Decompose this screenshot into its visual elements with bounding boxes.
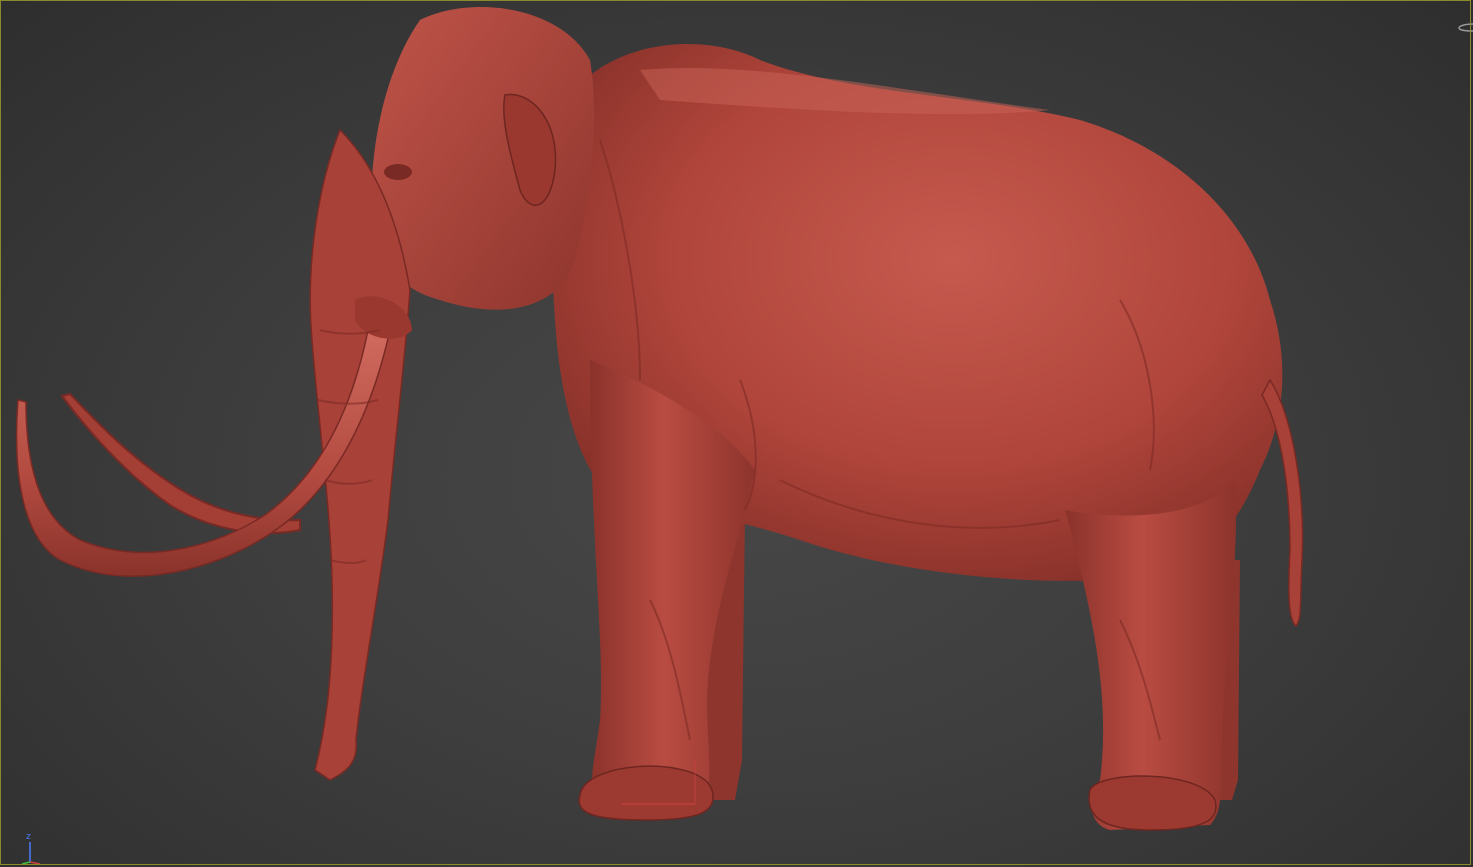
viewport-perspective[interactable]: z	[0, 0, 1473, 867]
axis-gizmo	[21, 842, 41, 864]
mammoth-model[interactable]	[0, 0, 1473, 867]
y-axis	[21, 861, 31, 864]
eye	[384, 164, 412, 180]
far-tusk	[60, 392, 301, 534]
x-axis	[29, 861, 41, 864]
axis-z-label: z	[26, 832, 31, 842]
viewcube-icon[interactable]	[1457, 22, 1473, 32]
